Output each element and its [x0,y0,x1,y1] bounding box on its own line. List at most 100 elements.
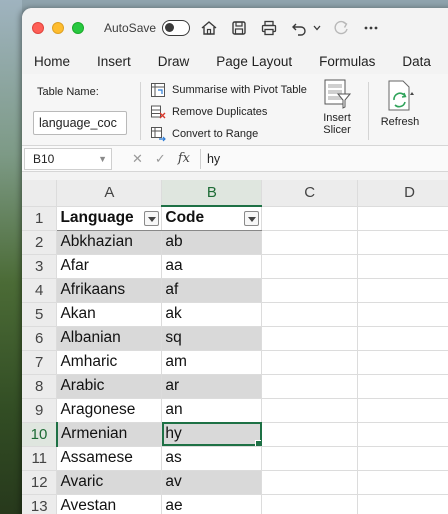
code-cell[interactable]: ar [161,374,263,399]
undo-dropdown-chevron-icon[interactable] [312,17,322,39]
tab-draw[interactable]: Draw [158,54,190,69]
cancel-icon[interactable]: ✕ [132,151,143,167]
language-cell[interactable]: Akan [56,302,163,327]
more-icon[interactable] [360,17,382,39]
cell[interactable] [261,254,359,279]
code-cell[interactable]: as [161,446,263,471]
cell[interactable] [261,470,359,495]
cell[interactable] [261,446,359,471]
code-cell[interactable]: ae [161,494,263,514]
cell[interactable] [261,230,359,255]
row-header[interactable]: 11 [22,446,58,471]
autosave-toggle[interactable] [162,20,191,36]
cell[interactable] [357,446,448,471]
tab-insert[interactable]: Insert [97,54,131,69]
minimize-window-button[interactable] [52,22,64,34]
row-header[interactable]: 5 [22,302,58,327]
cell[interactable] [261,374,359,399]
tab-home[interactable]: Home [34,54,70,69]
insert-slicer-button[interactable]: Insert Slicer [312,78,362,136]
cell[interactable] [261,350,359,375]
language-cell[interactable]: Abkhazian [56,230,163,255]
cell[interactable] [357,206,448,231]
tab-formulas[interactable]: Formulas [319,54,375,69]
code-cell[interactable]: av [161,470,263,495]
summarise-pivot-button[interactable]: Summarise with Pivot Table [150,82,307,98]
column-header-d[interactable]: D [357,180,448,207]
language-cell[interactable]: Arabic [56,374,163,399]
row-header[interactable]: 1 [22,206,58,231]
code-cell[interactable]: aa [161,254,263,279]
row-header[interactable]: 4 [22,278,58,303]
active-code-cell[interactable]: hy [161,422,263,447]
cell[interactable] [261,302,359,327]
row-header[interactable]: 12 [22,470,58,495]
language-cell[interactable]: Avaric [56,470,163,495]
cell[interactable] [261,206,359,231]
tab-data[interactable]: Data [402,54,431,69]
redo-icon[interactable] [330,17,352,39]
cell[interactable] [261,494,359,514]
code-cell[interactable]: af [161,278,263,303]
cell[interactable] [261,422,359,447]
table-name-input[interactable]: language_coc [33,111,127,135]
row-header[interactable]: 8 [22,374,58,399]
cell[interactable] [357,494,448,514]
column-header-a[interactable]: A [56,180,163,207]
cell[interactable] [357,374,448,399]
code-cell[interactable]: sq [161,326,263,351]
select-all-corner[interactable] [22,180,58,207]
row-header[interactable]: 10 [22,422,58,447]
column-header-b[interactable]: B [161,180,263,207]
cell[interactable] [357,470,448,495]
print-icon[interactable] [258,17,280,39]
language-cell[interactable]: Avestan [56,494,163,514]
language-cell[interactable]: Aragonese [56,398,163,423]
cell[interactable] [357,278,448,303]
refresh-button[interactable]: Refresh [374,78,426,128]
filter-dropdown-icon[interactable] [144,210,160,226]
close-window-button[interactable] [32,22,44,34]
header-cell-code[interactable]: Code [161,206,263,231]
cell[interactable] [357,326,448,351]
language-cell[interactable]: Assamese [56,446,163,471]
code-cell[interactable]: am [161,350,263,375]
tab-page-layout[interactable]: Page Layout [216,54,292,69]
cell[interactable] [357,398,448,423]
code-cell[interactable]: ab [161,230,263,255]
cell[interactable] [261,398,359,423]
name-box-dropdown-icon[interactable]: ▼ [98,149,107,169]
row-header[interactable]: 13 [22,494,58,514]
filter-dropdown-icon[interactable] [244,211,260,226]
row-header[interactable]: 7 [22,350,58,375]
cell[interactable] [357,350,448,375]
column-header-c[interactable]: C [261,180,359,207]
row-header[interactable]: 9 [22,398,58,423]
cell[interactable] [357,230,448,255]
cell[interactable] [357,422,448,447]
code-cell[interactable]: ak [161,302,263,327]
row-header[interactable]: 6 [22,326,58,351]
home-icon[interactable] [198,17,220,39]
row-header[interactable]: 2 [22,230,58,255]
cell[interactable] [261,278,359,303]
language-cell[interactable]: Armenian [56,422,163,447]
language-cell[interactable]: Albanian [56,326,163,351]
cell[interactable] [261,326,359,351]
language-cell[interactable]: Amharic [56,350,163,375]
insert-function-button[interactable]: fx [178,151,190,166]
header-cell-language[interactable]: Language [56,206,163,231]
name-box[interactable]: B10 ▼ [24,147,112,170]
save-icon[interactable] [228,17,250,39]
cell[interactable] [357,254,448,279]
row-header[interactable]: 3 [22,254,58,279]
remove-duplicates-button[interactable]: Remove Duplicates [150,104,267,120]
convert-to-range-button[interactable]: Convert to Range [150,126,258,142]
language-cell[interactable]: Afar [56,254,163,279]
confirm-icon[interactable]: ✓ [155,151,166,167]
language-cell[interactable]: Afrikaans [56,278,163,303]
cell[interactable] [357,302,448,327]
undo-icon[interactable] [288,17,310,39]
zoom-window-button[interactable] [72,22,84,34]
formula-input[interactable]: hy [199,148,220,169]
